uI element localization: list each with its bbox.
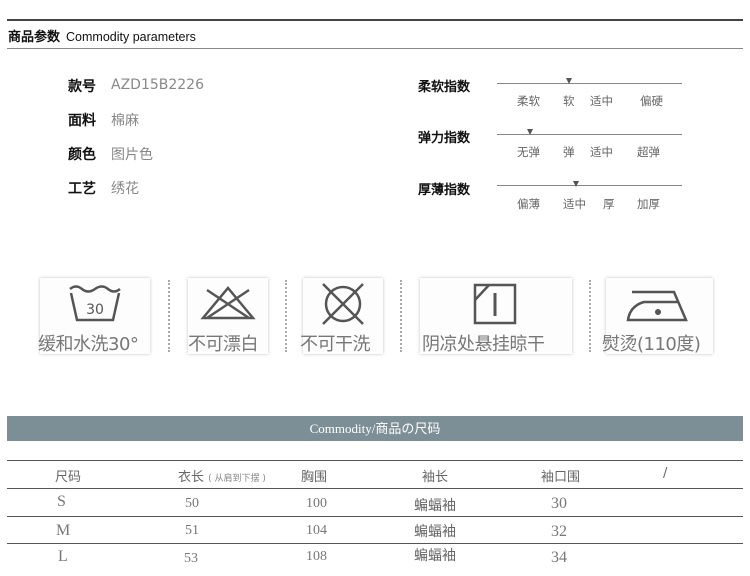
header-top-rule: [7, 19, 743, 21]
care-caption: 阴凉处悬挂晾干: [422, 334, 545, 355]
scale-marker: [566, 78, 572, 84]
section-title: 商品参数 Commodity parameters: [8, 26, 196, 45]
column-header-bust: 胸围: [301, 470, 328, 485]
column-header-length-note: ( 从肩到下摆 ): [208, 474, 266, 484]
cell-bust: 108: [306, 549, 327, 564]
scale-tick: 无弹: [517, 145, 540, 159]
column-header-size: 尺码: [55, 470, 82, 485]
param-value-style-no: AZD15B2226: [111, 77, 204, 93]
scale-label: 柔软指数: [418, 80, 471, 95]
care-no-dry-clean: 不可干洗: [300, 278, 383, 355]
scale-tick: 柔软: [517, 94, 540, 108]
column-header-sleeve: 袖长: [422, 470, 449, 485]
care-caption: 缓和水洗30°: [38, 334, 139, 355]
scale-marker: [573, 181, 579, 187]
care-iron: 熨烫(110度): [602, 278, 713, 355]
scale-track: [497, 83, 682, 84]
cell-length: 51: [185, 523, 199, 538]
scale-label: 厚薄指数: [418, 183, 471, 198]
scale-track: [497, 185, 682, 186]
cell-cuff: 30: [551, 495, 567, 512]
param-value-fabric: 棉麻: [111, 113, 139, 129]
scale-tick: 适中: [563, 197, 586, 211]
cell-bust: 104: [306, 523, 327, 538]
wash-temperature: 30: [86, 302, 104, 318]
column-header-length-label: 衣长: [178, 470, 205, 485]
care-no-bleach: 不可漂白: [188, 278, 268, 355]
section-title-en: Commodity parameters: [66, 30, 196, 44]
divider: [168, 280, 170, 352]
care-caption: 熨烫(110度): [602, 334, 701, 355]
care-caption: 不可漂白: [188, 334, 259, 355]
column-header-cuff: 袖口围: [541, 470, 581, 485]
cell-cuff: 34: [551, 549, 567, 566]
scale-tick: 偏硬: [640, 94, 663, 108]
shade-line-dry-icon: [473, 283, 517, 325]
scale-marker: [527, 129, 533, 135]
table-rule: [7, 516, 743, 517]
wash-30-icon: 30: [69, 285, 121, 322]
cell-length: 53: [184, 551, 198, 566]
cell-size: S: [57, 493, 66, 510]
care-caption: 不可干洗: [300, 334, 371, 355]
iron-icon: [626, 290, 688, 322]
scale-label: 弹力指数: [418, 131, 471, 146]
param-label-style-no: 款号: [68, 79, 96, 95]
cell-cuff: 32: [551, 523, 567, 540]
divider: [400, 280, 402, 352]
scale-tick: 弹: [563, 145, 575, 159]
param-value-color: 图片色: [111, 147, 153, 163]
size-table-title: Commodity/商品の尺码: [309, 421, 441, 436]
table-rule: [7, 488, 743, 489]
param-value-craft: 绣花: [111, 181, 139, 197]
header-bottom-rule: [7, 48, 743, 49]
divider: [285, 280, 287, 352]
scale-track: [497, 134, 682, 135]
scale-tick: 超弹: [637, 145, 660, 159]
divider: [589, 280, 591, 352]
column-header-length: 衣长 ( 从肩到下摆 ): [178, 466, 266, 485]
scale-tick: 软: [563, 94, 575, 108]
cell-sleeve: 蝙蝠袖: [414, 498, 456, 514]
table-rule: [7, 460, 743, 461]
table-rule: [7, 543, 743, 544]
column-header-extra: /: [663, 466, 668, 481]
cell-size: M: [56, 522, 71, 539]
scale-tick: 偏薄: [517, 197, 540, 211]
no-dry-clean-icon: [322, 283, 364, 325]
scale-tick: 适中: [590, 145, 613, 159]
cell-sleeve: 蝙蝠袖: [414, 524, 456, 540]
care-shade-line-dry: 阴凉处悬挂晾干: [420, 278, 572, 355]
care-wash-30: 30 缓和水洗30°: [38, 278, 150, 355]
cell-length: 50: [185, 496, 199, 511]
param-label-color: 颜色: [68, 147, 96, 163]
scale-tick: 厚: [603, 197, 615, 211]
scale-tick: 适中: [590, 94, 613, 108]
cell-bust: 100: [306, 496, 327, 511]
no-bleach-icon: [200, 286, 256, 320]
cell-sleeve: 蝙蝠袖: [414, 548, 456, 564]
scale-tick: 加厚: [637, 197, 660, 211]
param-label-craft: 工艺: [68, 181, 96, 197]
section-title-cn: 商品参数: [8, 30, 61, 45]
cell-size: L: [58, 548, 68, 565]
param-label-fabric: 面料: [68, 113, 96, 129]
